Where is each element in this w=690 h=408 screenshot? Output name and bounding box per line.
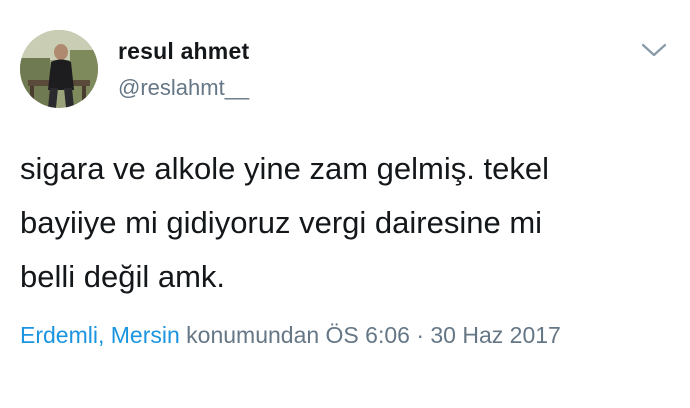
meta-separator: · <box>416 322 424 348</box>
tweet-card: resul ahmet @reslahmt__ sigara ve alkole… <box>0 0 690 408</box>
display-name[interactable]: resul ahmet <box>118 38 249 65</box>
username-handle[interactable]: @reslahmt__ <box>118 75 249 101</box>
tweet-meta: Erdemli, Mersin konumundan ÖS 6:06 · 30 … <box>20 318 670 353</box>
tweet-text-line: belli değil amk. <box>20 259 226 294</box>
location-link[interactable]: Erdemli, Mersin <box>20 322 180 348</box>
tweet-text-line: bayiiye mi gidiyoruz vergi dairesine mi <box>20 205 543 240</box>
tweet-date[interactable]: 30 Haz 2017 <box>430 322 560 348</box>
location-suffix: konumundan <box>186 322 320 348</box>
avatar[interactable] <box>20 30 98 108</box>
tweet-text-line: sigara ve alkole yine zam gelmiş. tekel <box>20 151 549 186</box>
avatar-image <box>20 30 98 108</box>
chevron-down-icon[interactable] <box>640 40 668 60</box>
tweet-text: sigara ve alkole yine zam gelmiş. tekel … <box>20 142 670 304</box>
tweet-time[interactable]: ÖS 6:06 <box>326 322 410 348</box>
